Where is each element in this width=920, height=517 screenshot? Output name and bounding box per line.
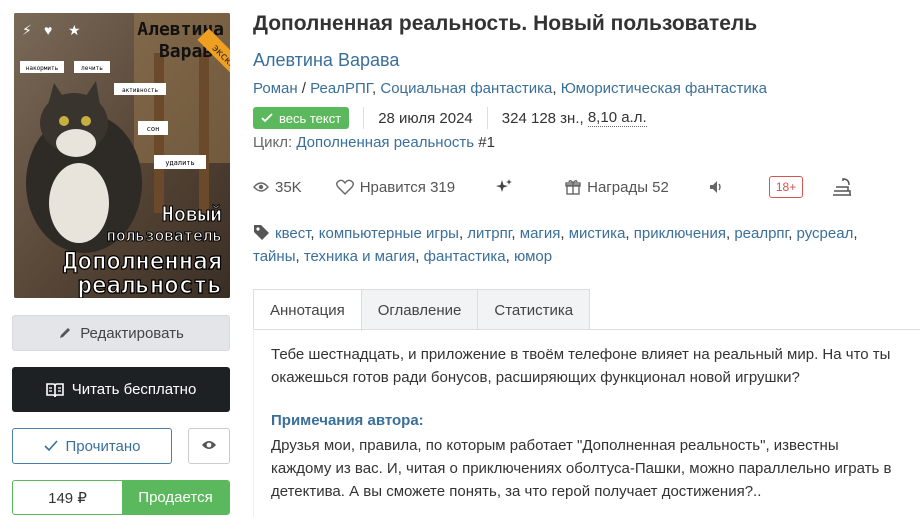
- awards-label: Награды: [587, 178, 648, 196]
- tag-link[interactable]: юмор: [514, 248, 552, 265]
- genre-list: Роман / РеалРПГ, Социальная фантастика, …: [253, 80, 767, 97]
- tag-link[interactable]: магия: [520, 225, 561, 242]
- mark-read-label: Прочитано: [65, 437, 141, 455]
- author-sheets: 8,10 а.л.: [587, 109, 647, 127]
- svg-text:Новый: Новый: [162, 202, 222, 226]
- tag-link[interactable]: компьютерные игры: [319, 225, 459, 242]
- pencil-icon: [58, 326, 72, 340]
- book-title: Дополненная реальность. Новый пользовате…: [253, 12, 758, 35]
- views-count: 35K: [275, 178, 302, 196]
- tag-link[interactable]: квест: [275, 225, 310, 242]
- audio-icon[interactable]: [709, 180, 729, 194]
- heart-icon: ♥: [44, 22, 52, 38]
- genre-link[interactable]: Юмористическая фантастика: [561, 80, 767, 97]
- tag-link[interactable]: техника и магия: [304, 248, 415, 265]
- star-icon: ★: [68, 22, 81, 38]
- author-link[interactable]: Алевтина Варава: [253, 50, 399, 71]
- sparkles-icon[interactable]: [495, 178, 519, 196]
- stats-bar: 35K Нравится 319 Награды 52 18+: [253, 174, 859, 200]
- tag-list: квест, компьютерные игры, литрпг, магия,…: [253, 225, 858, 265]
- heart-icon: [335, 179, 354, 195]
- tab-contents[interactable]: Оглавление: [360, 289, 479, 330]
- svg-text:активность: активность: [122, 87, 159, 94]
- full-text-label: весь текст: [279, 110, 342, 126]
- read-free-button[interactable]: Читать бесплатно: [12, 367, 230, 412]
- views-stat: 35K: [253, 179, 302, 196]
- cycle-info: Цикл: Дополненная реальность #1: [253, 134, 495, 151]
- edit-button[interactable]: Редактировать: [12, 315, 230, 351]
- tag-link[interactable]: русреал: [797, 225, 854, 242]
- annotation-text: Тебе шестнадцать, и приложение в твоём т…: [271, 346, 891, 386]
- cycle-number: #1: [478, 134, 495, 151]
- tags-icon: [254, 225, 269, 240]
- genre-link[interactable]: РеалРПГ: [310, 80, 372, 97]
- genre-separator: ,: [552, 80, 561, 97]
- price-box: 149 ₽ Продается: [12, 480, 230, 515]
- check-icon: [261, 113, 273, 123]
- check-icon: [43, 440, 58, 452]
- tag-link[interactable]: мистика: [569, 225, 626, 242]
- tab-annotation[interactable]: Аннотация: [253, 289, 362, 331]
- watch-button[interactable]: [188, 428, 230, 464]
- cycle-label: Цикл:: [253, 134, 293, 151]
- svg-text:удалить: удалить: [165, 159, 195, 167]
- svg-text:реальность: реальность: [78, 271, 223, 298]
- tag-link[interactable]: реалрпг: [734, 225, 788, 242]
- divider: [363, 107, 365, 129]
- publish-date: 28 июля 2024: [378, 109, 473, 127]
- library-icon[interactable]: [831, 177, 859, 197]
- awards-button[interactable]: Награды 52: [565, 179, 669, 196]
- cycle-link[interactable]: Дополненная реальность: [296, 134, 474, 151]
- gift-icon: [565, 180, 581, 195]
- likes-label: Нравится: [359, 178, 426, 196]
- eye-icon: [253, 182, 269, 192]
- svg-text:лечить: лечить: [81, 65, 103, 72]
- author-notes-text: Друзья мои, правила, по которым работает…: [271, 437, 892, 500]
- char-count: 324 128 зн.,: [501, 109, 584, 127]
- svg-text:сон: сон: [147, 125, 160, 133]
- edit-label: Редактировать: [80, 324, 184, 342]
- divider: [486, 107, 488, 129]
- svg-text:накормить: накормить: [26, 65, 59, 72]
- tab-bar: Аннотация Оглавление Статистика: [253, 289, 591, 331]
- book-icon: [45, 382, 64, 398]
- awards-count: 52: [652, 178, 669, 196]
- like-button[interactable]: Нравится 319: [335, 178, 456, 196]
- tag-link[interactable]: фантастика: [424, 248, 506, 265]
- book-cover[interactable]: ⚡ ♥ ★ накормить лечить активность сон уд…: [14, 13, 230, 298]
- mark-read-button[interactable]: Прочитано: [12, 428, 172, 464]
- book-meta: весь текст 28 июля 2024 324 128 зн., 8,1…: [253, 106, 647, 130]
- genre-link[interactable]: Роман: [253, 80, 298, 97]
- author-notes-title: Примечания автора:: [271, 412, 424, 429]
- age-rating-badge: 18+: [768, 176, 804, 198]
- likes-count: 319: [430, 178, 456, 196]
- genre-separator: /: [297, 80, 311, 97]
- price-value: 149 ₽: [48, 489, 87, 507]
- full-text-badge: весь текст: [253, 107, 350, 129]
- bolt-icon: ⚡: [22, 22, 32, 38]
- tag-link[interactable]: приключения: [634, 225, 726, 242]
- tag-link[interactable]: тайны: [253, 248, 296, 265]
- genre-link[interactable]: Социальная фантастика: [380, 80, 552, 97]
- svg-text:пользователь: пользователь: [106, 226, 222, 245]
- eye-icon: [201, 438, 217, 455]
- read-free-label: Читать бесплатно: [71, 381, 197, 398]
- tab-statistics[interactable]: Статистика: [477, 289, 591, 330]
- tag-link[interactable]: литрпг: [467, 225, 511, 242]
- buy-button[interactable]: Продается: [122, 481, 229, 514]
